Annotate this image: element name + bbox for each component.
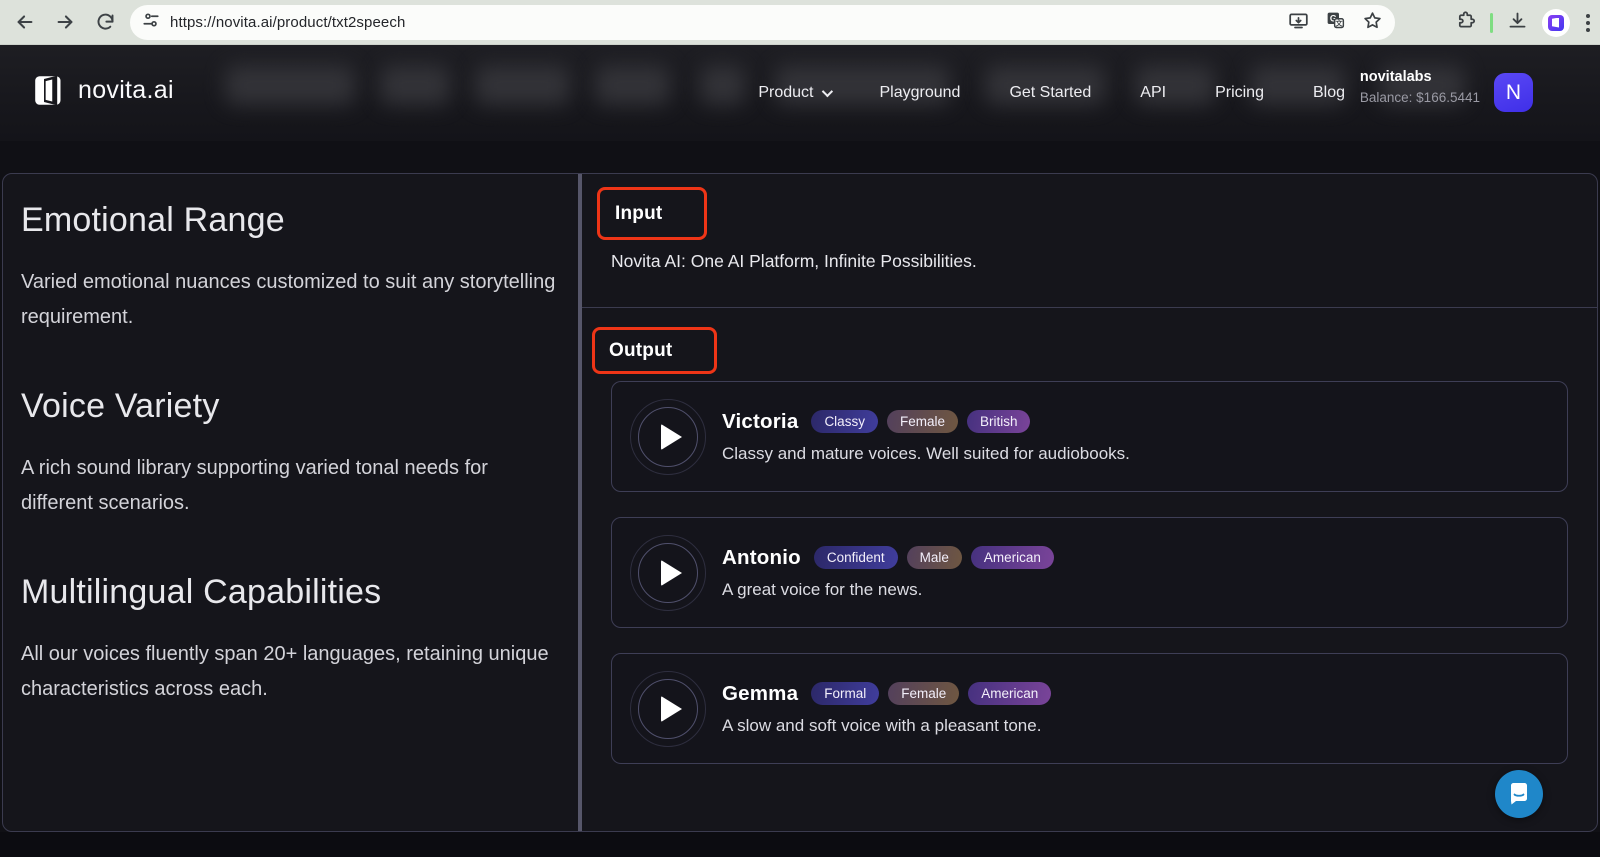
output-section: Output Victoria Classy Female British Cl… [582, 308, 1597, 831]
output-annotation-box: Output [592, 327, 717, 374]
nav-blur-ghost [700, 65, 745, 105]
voice-description: A great voice for the news. [722, 579, 923, 599]
novita-logo-icon [35, 75, 61, 106]
nav-link-api[interactable]: API [1140, 84, 1166, 102]
voice-card-gemma: Gemma Formal Female American A slow and … [611, 653, 1568, 764]
nav-links: Product Playground Get Started API Prici… [758, 45, 1345, 141]
browser-toolbar: https://novita.ai/product/txt2speech G文 [0, 0, 1600, 45]
voice-description: Classy and mature voices. Well suited fo… [722, 443, 1130, 463]
nav-link-playground[interactable]: Playground [879, 84, 960, 102]
nav-blur-ghost [225, 65, 355, 105]
play-button[interactable] [629, 398, 707, 476]
reload-icon[interactable] [88, 5, 122, 39]
voice-tag: Classy [811, 410, 878, 433]
output-label: Output [609, 339, 673, 361]
voice-description: A slow and soft voice with a pleasant to… [722, 715, 1042, 735]
voice-tag: Female [886, 410, 958, 433]
nav-blur-ghost [475, 65, 570, 105]
voice-tag: Female [888, 682, 960, 705]
voice-tag: Formal [811, 682, 880, 705]
feature-description: All our voices fluently span 20+ languag… [21, 643, 549, 700]
user-avatar[interactable]: N [1494, 73, 1533, 112]
url-text[interactable]: https://novita.ai/product/txt2speech [170, 14, 1288, 31]
play-icon [660, 423, 682, 450]
feature-voice-variety: Voice Variety A rich sound library suppo… [21, 387, 558, 521]
feature-emotional-range: Emotional Range Varied emotional nuances… [21, 201, 558, 335]
account-balance: Balance: $166.5441 [1359, 90, 1480, 105]
voice-tag: American [968, 682, 1052, 705]
site-info-icon[interactable] [142, 11, 160, 34]
extension-indicator [1490, 12, 1493, 33]
play-icon [660, 559, 682, 586]
voice-tag: British [966, 410, 1031, 433]
bookmark-star-icon[interactable] [1362, 10, 1383, 36]
feature-description: Varied emotional nuances customized to s… [21, 271, 556, 328]
extensions-icon[interactable] [1455, 10, 1476, 36]
voice-name: Gemma [722, 681, 799, 705]
nav-blur-ghost [380, 65, 450, 105]
voice-tag: Confident [813, 546, 898, 569]
features-column: Emotional Range Varied emotional nuances… [3, 174, 578, 831]
play-icon [660, 695, 682, 722]
feature-title: Voice Variety [21, 387, 220, 425]
chat-launcher-button[interactable] [1495, 770, 1543, 818]
back-icon[interactable] [8, 5, 42, 39]
main-panel: Emotional Range Varied emotional nuances… [2, 173, 1598, 832]
svg-text:文: 文 [1336, 18, 1344, 27]
profile-avatar-icon[interactable] [1542, 8, 1570, 37]
feature-description: A rich sound library supporting varied t… [21, 457, 488, 514]
translate-icon[interactable]: G文 [1325, 10, 1346, 36]
input-annotation-box: Input [597, 187, 707, 240]
input-section: Input Novita AI: One AI Platform, Infini… [582, 174, 1597, 308]
site-navbar: novita.ai Product Playground Get Started… [0, 45, 1600, 141]
brand-name[interactable]: novita.ai [78, 76, 174, 105]
chevron-down-icon [822, 85, 834, 98]
chat-bubble-icon [1511, 783, 1527, 805]
input-text: Novita AI: One AI Platform, Infinite Pos… [611, 251, 977, 271]
voice-list: Victoria Classy Female British Classy an… [611, 381, 1568, 789]
nav-link-product[interactable]: Product [758, 84, 834, 102]
play-button[interactable] [629, 534, 707, 612]
play-button[interactable] [629, 670, 707, 748]
io-column: Input Novita AI: One AI Platform, Infini… [582, 174, 1597, 831]
install-icon[interactable] [1288, 10, 1309, 36]
forward-icon[interactable] [48, 5, 82, 39]
nav-blur-ghost [595, 65, 670, 105]
voice-name: Victoria [722, 409, 799, 433]
url-bar[interactable]: https://novita.ai/product/txt2speech G文 [130, 5, 1395, 40]
nav-link-blog[interactable]: Blog [1313, 84, 1345, 102]
voice-tag: Male [906, 546, 962, 569]
page-footer-band [0, 832, 1600, 857]
voice-tag: American [970, 546, 1054, 569]
input-label: Input [615, 202, 663, 224]
feature-title: Emotional Range [21, 201, 285, 239]
voice-card-victoria: Victoria Classy Female British Classy an… [611, 381, 1568, 492]
nav-link-get-started[interactable]: Get Started [1009, 84, 1091, 102]
nav-link-pricing[interactable]: Pricing [1215, 84, 1264, 102]
brand[interactable]: novita.ai [34, 74, 174, 107]
account-name: novitalabs [1359, 69, 1432, 85]
account-info[interactable]: novitalabs Balance: $166.5441 [1360, 69, 1480, 105]
voice-card-antonio: Antonio Confident Male American A great … [611, 517, 1568, 628]
feature-multilingual: Multilingual Capabilities All our voices… [21, 573, 558, 707]
browser-menu-icon[interactable] [1584, 10, 1592, 36]
voice-name: Antonio [722, 545, 801, 569]
download-icon[interactable] [1507, 10, 1528, 36]
feature-title: Multilingual Capabilities [21, 573, 382, 611]
